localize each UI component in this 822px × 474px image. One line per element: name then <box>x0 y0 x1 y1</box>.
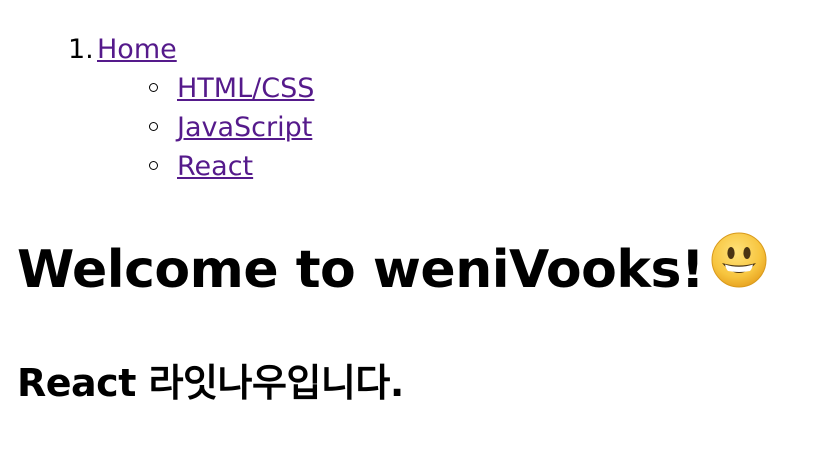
grinning-face-icon <box>710 231 768 308</box>
sub-nav-list: HTML/CSS JavaScript React <box>97 69 314 186</box>
circle-bullet-icon <box>149 122 158 131</box>
page-title: Welcome to weniVooks! <box>17 231 768 312</box>
list-number: 1. <box>68 34 94 65</box>
page-subtitle: React 라잇나우입니다. <box>17 361 404 405</box>
circle-bullet-icon <box>149 83 158 92</box>
nav-list: 1. Home HTML/CSS JavaScript React <box>0 30 314 186</box>
sub-nav-item-react: React <box>97 147 314 186</box>
sub-nav-item-html-css: HTML/CSS <box>97 69 314 108</box>
sub-nav-item-javascript: JavaScript <box>97 108 314 147</box>
javascript-link[interactable]: JavaScript <box>177 112 312 143</box>
nav-item-home: 1. Home HTML/CSS JavaScript React <box>0 30 314 186</box>
page-title-text: Welcome to weniVooks! <box>17 240 705 300</box>
circle-bullet-icon <box>149 161 158 170</box>
home-link[interactable]: Home <box>97 34 177 65</box>
react-link[interactable]: React <box>177 151 253 182</box>
html-css-link[interactable]: HTML/CSS <box>177 73 314 104</box>
